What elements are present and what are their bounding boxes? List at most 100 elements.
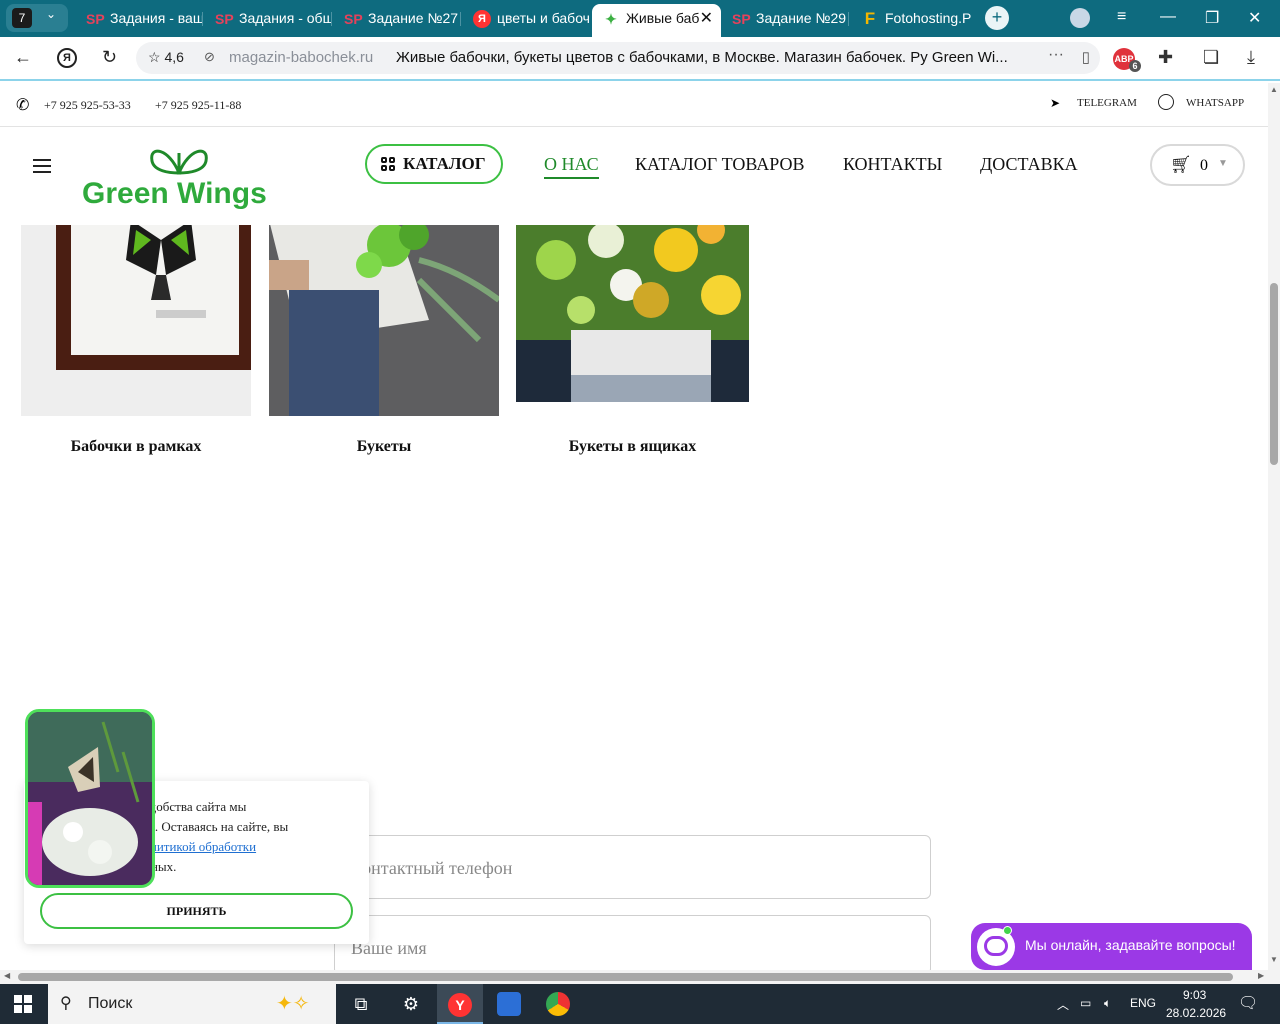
cart-icon: 🛒︎ xyxy=(1170,155,1192,174)
app-tiles-taskbar-icon[interactable] xyxy=(486,984,532,1024)
settings-gear-icon[interactable]: ⚙ xyxy=(388,984,434,1024)
telegram-link[interactable]: TELEGRAM xyxy=(1077,97,1137,109)
tab-favicon-icon: Я xyxy=(473,10,491,28)
address-bar: ← Я ↻ ☆ 4,6 ⊘ magazin-babochek.ru Живые … xyxy=(0,37,1280,81)
card-title[interactable]: Букеты в ящиках xyxy=(516,438,749,456)
logo-text: Green Wings xyxy=(82,177,267,210)
sparkle-icon: ✦✧ xyxy=(276,993,310,1015)
browser-tab[interactable]: SP Задание №27 xyxy=(334,4,461,33)
horizontal-scrollbar[interactable]: ◀ ▶ xyxy=(0,970,1280,984)
tab-favicon-icon: SP xyxy=(732,11,751,27)
browser-tab-active[interactable]: ✦ Живые баб ✕ xyxy=(592,4,721,37)
reload-icon[interactable]: ↻ xyxy=(102,47,117,68)
vertical-scrollbar[interactable]: ▲ ▼ xyxy=(1268,83,1280,970)
adblock-extension-icon[interactable]: ABP 6 xyxy=(1113,48,1141,72)
url-field[interactable]: ☆ 4,6 ⊘ magazin-babochek.ru Живые бабочк… xyxy=(136,42,1100,74)
accept-cookies-button[interactable]: ПРИНЯТЬ xyxy=(40,893,353,929)
notifications-icon[interactable]: 🗨︎ xyxy=(1238,993,1258,1013)
whatsapp-icon xyxy=(1158,94,1174,110)
clock-time[interactable]: 9:03 xyxy=(1183,988,1206,1002)
browser-tab[interactable]: SP Задания - ваш xyxy=(76,4,203,33)
close-tab-icon[interactable]: ✕ xyxy=(700,4,713,33)
windows-start-icon[interactable] xyxy=(0,984,46,1024)
nav-link-delivery[interactable]: ДОСТАВКА xyxy=(980,154,1078,175)
taskbar-search[interactable]: ⚲ Поиск ✦✧ xyxy=(48,984,336,1024)
collections-icon[interactable]: ❏ xyxy=(1203,47,1219,68)
tab-favicon-icon: ✦ xyxy=(605,11,617,27)
scroll-right-arrow-icon[interactable]: ▶ xyxy=(1258,971,1264,980)
search-icon: ⚲ xyxy=(60,995,72,1012)
tab-favicon-icon: SP xyxy=(86,11,105,27)
site-info-icon[interactable]: ⊘ xyxy=(204,49,215,65)
new-tab-button[interactable]: + xyxy=(985,6,1009,30)
vertical-scroll-thumb[interactable] xyxy=(1270,283,1278,465)
cookie-text: удобства сайта мы es. Оставаясь на сайте… xyxy=(144,799,289,874)
site-logo[interactable]: Green Wings xyxy=(82,143,284,210)
yandex-browser-taskbar-icon[interactable]: Y xyxy=(437,984,483,1024)
nav-link-products[interactable]: КАТАЛОГ ТОВАРОВ xyxy=(635,154,805,175)
privacy-policy-link[interactable]: олитикой обработки xyxy=(144,839,256,854)
framed-butterfly-image xyxy=(21,200,251,416)
phone-input[interactable]: Контактный телефон xyxy=(334,835,931,899)
network-icon[interactable]: ▭ xyxy=(1080,996,1091,1010)
browser-tab[interactable]: Я цветы и бабоч xyxy=(463,4,590,33)
browser-menu-icon[interactable]: ≡ xyxy=(1117,8,1126,26)
name-input[interactable]: Ваше имя xyxy=(334,915,931,975)
card-image-bouquets[interactable] xyxy=(269,200,499,416)
card-image-butterflies-in-frames[interactable] xyxy=(21,200,251,416)
tab-favicon-icon: F xyxy=(864,9,876,28)
scroll-up-arrow-icon[interactable]: ▲ xyxy=(1270,85,1278,94)
card-title[interactable]: Бабочки в рамках xyxy=(21,438,251,456)
back-arrow-icon[interactable]: ← xyxy=(14,47,32,68)
telegram-icon: ➤ xyxy=(1050,96,1061,110)
tray-chevron-up-icon[interactable]: ︿ xyxy=(1057,996,1069,1013)
phone-number-2[interactable]: +7 925 925-11-88 xyxy=(155,98,241,113)
windows-taskbar: ⚲ Поиск ✦✧ ⧉ ⚙ Y ︿ ▭ 🔈︎ ENG 9:03 28.02.2… xyxy=(0,984,1280,1024)
browser-tab-bar: 7 ⌄ SP Задания - ваш SP Задания - общ SP… xyxy=(0,0,1280,37)
restore-icon[interactable]: ❐ xyxy=(1205,8,1219,28)
tab-count-button[interactable]: 7 ⌄ xyxy=(6,4,68,32)
phone-number-1[interactable]: +7 925 925-53-33 xyxy=(44,98,131,113)
grid-icon xyxy=(381,157,395,171)
site-rating: ☆ 4,6 xyxy=(148,49,184,65)
cart-button[interactable]: 🛒︎ 0 ▼ xyxy=(1150,144,1245,186)
url-page-title: Живые бабочки, букеты цветов с бабочками… xyxy=(396,49,1008,66)
nav-link-about[interactable]: О НАС xyxy=(544,154,599,179)
chevron-down-icon: ⌄ xyxy=(46,7,57,21)
video-story-widget[interactable] xyxy=(25,709,155,888)
tab-label: Fotohosting.P xyxy=(885,10,972,26)
download-icon[interactable]: ⤓ xyxy=(1247,47,1255,68)
card-title[interactable]: Букеты xyxy=(269,438,499,456)
minimize-icon[interactable]: — xyxy=(1160,8,1176,26)
catalog-button[interactable]: КАТАЛОГ xyxy=(365,144,503,184)
chat-label: Мы онлайн, задавайте вопросы! xyxy=(1025,937,1236,953)
horizontal-scroll-thumb[interactable] xyxy=(18,973,1233,981)
whatsapp-link[interactable]: WHATSAPP xyxy=(1186,97,1244,109)
clock-date[interactable]: 28.02.2026 xyxy=(1166,1006,1226,1020)
site-info-bar: ✆ +7 925 925-53-33 +7 925 925-11-88 ➤ TE… xyxy=(0,83,1268,127)
browser-tab[interactable]: F Fotohosting.P xyxy=(851,4,978,33)
scroll-down-arrow-icon[interactable]: ▼ xyxy=(1270,955,1278,964)
nav-link-contacts[interactable]: КОНТАКТЫ xyxy=(843,154,942,175)
tab-label: цветы и бабоч xyxy=(497,10,590,26)
chrome-taskbar-icon[interactable] xyxy=(535,984,581,1024)
bookmark-icon[interactable]: ▯ xyxy=(1082,48,1090,66)
yandex-icon[interactable]: Я xyxy=(57,48,77,68)
language-indicator[interactable]: ENG xyxy=(1130,996,1156,1010)
browser-tab[interactable]: SP Задание №29 xyxy=(722,4,849,33)
butterfly-logo-icon xyxy=(150,149,208,175)
browser-tab[interactable]: SP Задания - общ xyxy=(205,4,332,33)
scroll-left-arrow-icon[interactable]: ◀ xyxy=(4,971,10,980)
tab-label: Задание №29 xyxy=(756,10,847,26)
profile-avatar-icon[interactable] xyxy=(1070,8,1090,28)
volume-icon[interactable]: 🔈︎ xyxy=(1104,996,1111,1011)
online-chat-widget[interactable]: Мы онлайн, задавайте вопросы! xyxy=(971,923,1252,970)
close-window-icon[interactable]: ✕ xyxy=(1248,8,1261,28)
tab-label: Задание №27 xyxy=(368,10,459,26)
hamburger-menu-icon[interactable] xyxy=(33,159,51,173)
extensions-puzzle-icon[interactable]: ✚ xyxy=(1158,47,1173,68)
task-view-icon[interactable]: ⧉ xyxy=(338,984,384,1024)
card-image-bouquets-in-boxes[interactable] xyxy=(516,200,749,402)
more-icon[interactable]: ··· xyxy=(1048,46,1064,64)
phone-icon: ✆ xyxy=(16,97,30,114)
